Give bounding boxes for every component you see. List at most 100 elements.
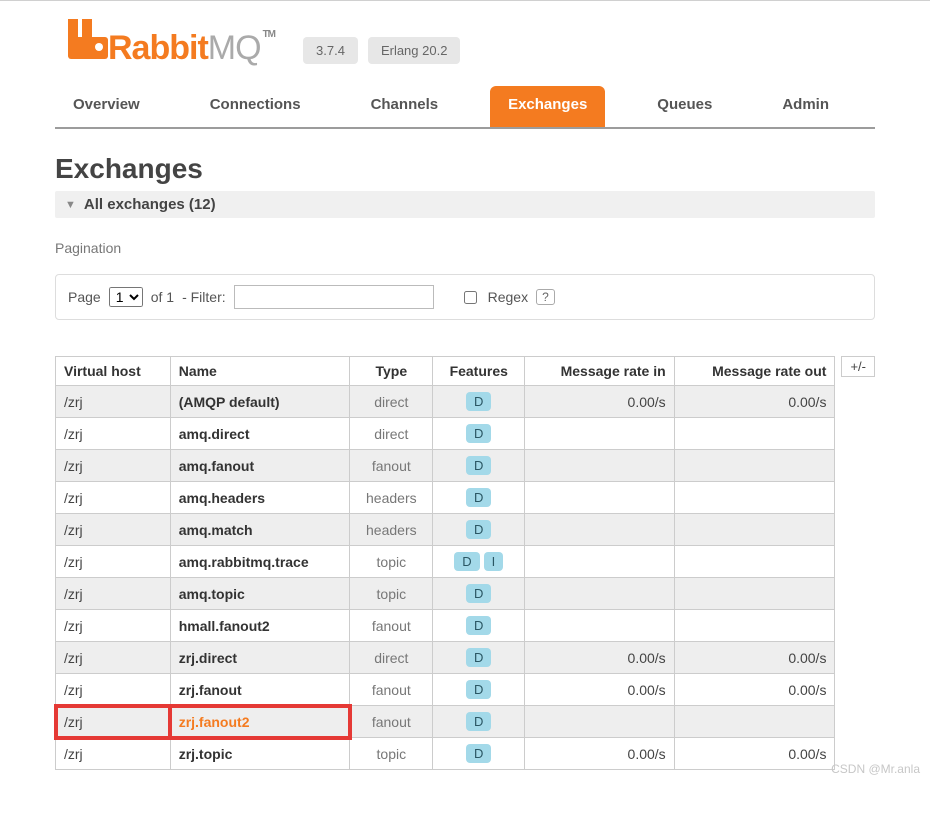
cell-name: amq.headers <box>170 482 350 514</box>
table-row: /zrjamq.directdirectD <box>56 418 835 450</box>
cell-rate-in <box>525 482 674 514</box>
cell-features: D <box>433 578 525 610</box>
cell-type: headers <box>350 514 433 546</box>
regex-help[interactable]: ? <box>536 289 555 305</box>
cell-features: D <box>433 418 525 450</box>
cell-rate-in <box>525 610 674 642</box>
tab-queues[interactable]: Queues <box>639 86 730 127</box>
table-row: /zrjzrj.directdirectD0.00/s0.00/s <box>56 642 835 674</box>
col-type[interactable]: Type <box>350 357 433 386</box>
exchange-link[interactable]: zrj.topic <box>179 746 233 762</box>
cell-name: amq.direct <box>170 418 350 450</box>
col-rate-in[interactable]: Message rate in <box>525 357 674 386</box>
exchange-link[interactable]: amq.headers <box>179 490 265 506</box>
tab-channels[interactable]: Channels <box>353 86 457 127</box>
cell-features: D <box>433 674 525 706</box>
cell-type: headers <box>350 482 433 514</box>
brand-b: MQ <box>208 29 261 67</box>
feature-badge: D <box>454 552 479 571</box>
feature-badge: D <box>466 648 491 667</box>
cell-rate-in <box>525 450 674 482</box>
cell-features: D <box>433 610 525 642</box>
feature-badge: D <box>466 488 491 507</box>
section-label: All exchanges (12) <box>84 196 216 213</box>
col-name[interactable]: Name <box>170 357 350 386</box>
cell-name: zrj.fanout2 <box>170 706 350 738</box>
cell-rate-in: 0.00/s <box>525 386 674 418</box>
feature-badge: D <box>466 456 491 475</box>
page-title: Exchanges <box>55 153 875 185</box>
exchange-link[interactable]: zrj.fanout <box>179 682 242 698</box>
cell-type: topic <box>350 546 433 578</box>
cell-features: D <box>433 514 525 546</box>
cell-type: direct <box>350 642 433 674</box>
cell-rate-in: 0.00/s <box>525 674 674 706</box>
tab-overview[interactable]: Overview <box>55 86 158 127</box>
cell-rate-out: 0.00/s <box>674 674 835 706</box>
tab-admin[interactable]: Admin <box>764 86 847 127</box>
feature-badge: D <box>466 392 491 411</box>
cell-rate-in: 0.00/s <box>525 642 674 674</box>
col-vhost[interactable]: Virtual host <box>56 357 171 386</box>
pagination-heading: Pagination <box>55 240 875 256</box>
cell-vhost: /zrj <box>56 386 171 418</box>
cell-features: D <box>433 642 525 674</box>
col-rate-out[interactable]: Message rate out <box>674 357 835 386</box>
cell-name: zrj.fanout <box>170 674 350 706</box>
cell-name: hmall.fanout2 <box>170 610 350 642</box>
cell-rate-in <box>525 546 674 578</box>
filter-input[interactable] <box>234 285 434 309</box>
cell-name: amq.topic <box>170 578 350 610</box>
exchange-link[interactable]: zrj.fanout2 <box>179 714 250 730</box>
cell-rate-out <box>674 546 835 578</box>
cell-type: fanout <box>350 674 433 706</box>
exchange-link[interactable]: zrj.direct <box>179 650 237 666</box>
table-row: /zrj amq.fanout fanout D <box>56 450 835 482</box>
tab-exchanges[interactable]: Exchanges <box>490 86 605 127</box>
watermark: CSDN @Mr.anla <box>831 762 920 776</box>
cell-type: fanout <box>350 450 433 482</box>
exchange-link[interactable]: (AMQP default) <box>179 394 280 410</box>
page-select[interactable]: 1 <box>109 287 143 307</box>
cell-features: D <box>433 482 525 514</box>
feature-badge: D <box>466 424 491 443</box>
exchange-link[interactable]: amq.fanout <box>179 458 254 474</box>
versions: 3.7.4 Erlang 20.2 <box>303 37 460 64</box>
feature-badge: D <box>466 520 491 539</box>
cell-rate-in <box>525 706 674 738</box>
regex-checkbox[interactable] <box>464 291 477 304</box>
table-row: /zrjamq.matchheadersD <box>56 514 835 546</box>
chevron-down-icon: ▼ <box>65 199 76 211</box>
cell-name: zrj.topic <box>170 738 350 770</box>
exchange-link[interactable]: amq.match <box>179 522 253 538</box>
table-row: /zrjamq.topictopicD <box>56 578 835 610</box>
exchange-link[interactable]: amq.direct <box>179 426 250 442</box>
table-row: /zrjhmall.fanout2fanoutD <box>56 610 835 642</box>
table-header-row: Virtual host Name Type Features Message … <box>56 357 835 386</box>
cell-type: fanout <box>350 706 433 738</box>
cell-rate-out: 0.00/s <box>674 642 835 674</box>
section-all-exchanges[interactable]: ▼ All exchanges (12) <box>55 191 875 218</box>
feature-badge: D <box>466 616 491 635</box>
columns-toggle[interactable]: +/- <box>841 356 875 377</box>
cell-rate-out <box>674 706 835 738</box>
cell-vhost: /zrj <box>56 450 171 482</box>
brand-a: Rabbit <box>108 29 208 67</box>
cell-rate-out <box>674 514 835 546</box>
feature-badge: D <box>466 744 491 763</box>
exchange-link[interactable]: amq.topic <box>179 586 245 602</box>
page-label: Page <box>68 289 101 305</box>
table-row: /zrjamq.headersheadersD <box>56 482 835 514</box>
cell-type: topic <box>350 738 433 770</box>
cell-rate-in <box>525 578 674 610</box>
cell-rate-in: 0.00/s <box>525 738 674 770</box>
page: RabbitMQTM 3.7.4 Erlang 20.2 Overview Con… <box>0 0 930 780</box>
tab-connections[interactable]: Connections <box>192 86 319 127</box>
cell-vhost: /zrj <box>56 674 171 706</box>
content: Exchanges ▼ All exchanges (12) Paginatio… <box>0 129 930 780</box>
exchange-link[interactable]: hmall.fanout2 <box>179 618 270 634</box>
col-features[interactable]: Features <box>433 357 525 386</box>
table-row: /zrjzrj.fanoutfanoutD0.00/s0.00/s <box>56 674 835 706</box>
exchange-link[interactable]: amq.rabbitmq.trace <box>179 554 309 570</box>
logo[interactable]: RabbitMQTM <box>68 19 275 68</box>
